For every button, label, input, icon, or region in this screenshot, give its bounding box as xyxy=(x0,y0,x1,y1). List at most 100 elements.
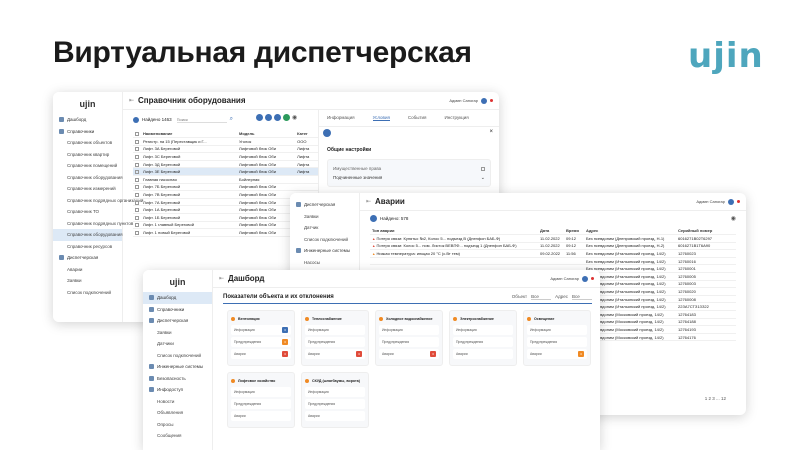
sidebar-item[interactable]: Датчик xyxy=(290,222,359,234)
row-checkbox[interactable] xyxy=(135,192,139,197)
sidebar-item[interactable]: Дашборд xyxy=(143,292,212,304)
sidebar-item[interactable]: Диспетчерская xyxy=(143,315,212,327)
card-row[interactable]: Предупреждения 3 xyxy=(231,337,291,347)
card-row[interactable]: Предупреждения xyxy=(231,399,291,409)
row-checkbox[interactable] xyxy=(135,230,139,235)
indicator-card[interactable]: Лифтовое хозяйство Информация Предупрежден… xyxy=(227,372,295,428)
table-row[interactable]: Без псевдоним (Итальянский проезд, 14/2)… xyxy=(370,257,736,266)
table-row[interactable]: ▲Потеря связи: Колос 5... пом. Листок ВЕ… xyxy=(370,242,736,251)
card-row[interactable]: Информация xyxy=(453,325,513,335)
card-row[interactable]: Предупреждения xyxy=(305,337,365,347)
card-row[interactable]: Информация xyxy=(527,325,587,335)
table-row[interactable]: Регистр. на 15 (Переставщик и Г... Уголок… xyxy=(133,137,318,146)
card-row[interactable]: Предупреждения xyxy=(527,337,587,347)
notification-icon[interactable] xyxy=(490,99,493,102)
sidebar-item[interactable]: Справочники xyxy=(143,304,212,316)
table-row[interactable]: Лифт. 3Д Береговой Лифтовой блок Оби Лифта xyxy=(133,160,318,169)
table-row[interactable]: Лифт. 3Е Береговой Лифтовой блок Оби Лифта xyxy=(133,167,318,177)
print-icon[interactable] xyxy=(265,114,272,121)
address-select[interactable]: Все xyxy=(572,294,592,300)
user-menu[interactable]: Админ Сапогар xyxy=(550,275,594,282)
card-row[interactable]: Предупреждения xyxy=(453,337,513,347)
indicator-card[interactable]: Теплоснабжение Информация Предупреждения Ав… xyxy=(301,310,369,366)
sidebar-item[interactable]: Справочник подрядных организаций xyxy=(53,195,143,207)
collapse-icon[interactable]: ⇤ xyxy=(129,97,134,104)
sidebar-item[interactable]: Аварии xyxy=(53,264,122,276)
row-checkbox[interactable] xyxy=(135,208,139,213)
sidebar-item[interactable]: Справочник помещений xyxy=(53,160,122,172)
tab[interactable]: Условия xyxy=(372,115,390,121)
sidebar-item[interactable]: Справочник объектов xyxy=(53,137,122,149)
table-row[interactable]: ▲Потеря связи: Кунятьо №2, Колос 5... по… xyxy=(370,234,736,243)
filter-icon[interactable] xyxy=(133,116,139,123)
sidebar-item[interactable]: Список подключений xyxy=(53,287,122,299)
sidebar-item[interactable]: Инфодоступ xyxy=(143,384,212,396)
user-menu[interactable]: Админ Сапогар xyxy=(696,198,740,205)
sidebar-item[interactable]: Справочник ресурсов xyxy=(53,241,122,253)
sidebar-item[interactable]: Диспетчерская xyxy=(290,199,359,211)
sidebar-item[interactable]: Справочник измерений xyxy=(53,183,122,195)
eye-icon[interactable]: ◉ xyxy=(292,114,297,121)
column-header[interactable]: Тип аварии xyxy=(370,227,538,236)
column-header[interactable]: Время xyxy=(564,227,584,236)
card-row[interactable]: Информация xyxy=(379,325,439,335)
sidebar-item[interactable]: Новости xyxy=(143,396,212,408)
sidebar-item[interactable]: Справочник подрядных пунктов xyxy=(53,218,133,230)
table-row[interactable]: ▲Низкая температура: инкцая 20 °C (с.Вт … xyxy=(370,249,736,258)
card-row[interactable]: Предупреждения xyxy=(305,399,365,409)
sidebar-item[interactable]: Инженерные системы xyxy=(290,245,359,257)
pagination[interactable]: 1 2 3 ... 12 xyxy=(705,396,726,401)
indicator-card[interactable]: Вентиляция Информация 3 Предупреждения 3 Авар… xyxy=(227,310,295,366)
row-checkbox[interactable] xyxy=(135,223,139,228)
notification-icon[interactable] xyxy=(737,200,740,203)
search-icon[interactable]: ⌕ xyxy=(230,116,233,123)
row-checkbox[interactable] xyxy=(135,215,139,220)
row-checkbox[interactable] xyxy=(135,139,139,144)
sidebar-item[interactable]: Справочник оборудования xyxy=(53,172,123,184)
column-header[interactable]: Адрес xyxy=(584,227,676,236)
row-checkbox[interactable] xyxy=(135,162,139,167)
collapse-icon[interactable]: ⇤ xyxy=(219,275,224,282)
sidebar-item[interactable]: Диспетчерская xyxy=(53,252,122,264)
column-header[interactable]: Наименование xyxy=(141,130,237,139)
column-header[interactable]: Серийный номер xyxy=(676,227,736,236)
collapse-icon[interactable]: ⇤ xyxy=(366,198,371,205)
field-checkbox[interactable] xyxy=(481,166,485,171)
sidebar-item[interactable]: Справочники xyxy=(53,126,122,138)
table-row[interactable]: Лифт. 3С Береговой Лифтовой блок Оби Лифта xyxy=(133,152,318,161)
row-checkbox[interactable] xyxy=(135,170,139,175)
sidebar-item[interactable]: Опросы xyxy=(143,419,212,431)
sidebar-item[interactable]: Насосы xyxy=(290,257,359,269)
row-checkbox[interactable] xyxy=(135,147,139,152)
import-icon[interactable] xyxy=(274,114,281,121)
table-row[interactable]: Главная насосная Бойлерная xyxy=(133,175,318,184)
card-row[interactable]: Аварии 3 xyxy=(527,349,587,359)
indicator-card[interactable]: Освещение Информация Предупреждения Аварии 3 xyxy=(523,310,591,366)
sidebar-item[interactable]: Справочник ТО xyxy=(53,206,122,218)
card-row[interactable]: Аварии xyxy=(231,411,291,421)
sidebar-item[interactable]: Заявки xyxy=(143,327,212,339)
table-row[interactable]: Лифт. 7Б Береговой Лифтовой блок Оби xyxy=(133,183,318,192)
chevron-down-icon[interactable]: ⌄ xyxy=(481,175,485,181)
sidebar-item[interactable]: Заявки xyxy=(53,275,122,287)
sidebar-item[interactable]: Справочник квартир xyxy=(53,149,122,161)
sidebar-item[interactable]: Дашборд xyxy=(53,114,122,126)
row-checkbox[interactable] xyxy=(135,177,139,182)
card-row[interactable]: Аварии xyxy=(453,349,513,359)
sidebar-item[interactable]: Безопасность xyxy=(143,373,212,385)
card-row[interactable]: Аварии 3 xyxy=(305,349,365,359)
sidebar-item[interactable]: Сообщения xyxy=(143,430,212,442)
indicator-card[interactable]: Холодное водоснабжение Информация Предупре… xyxy=(375,310,443,366)
indicator-card[interactable]: Электроснабжение Информация Предупреждения… xyxy=(449,310,517,366)
sidebar-item[interactable]: Датчики xyxy=(143,338,212,350)
export-icon[interactable] xyxy=(256,114,263,121)
card-row[interactable]: Информация xyxy=(231,387,291,397)
add-icon[interactable] xyxy=(283,114,290,121)
close-icon[interactable]: × xyxy=(489,129,493,135)
card-row[interactable]: Аварии xyxy=(305,411,365,421)
user-menu[interactable]: Админ Сапогар xyxy=(449,97,493,104)
row-checkbox[interactable] xyxy=(135,185,139,190)
table-row[interactable]: Лифт. 3А Береговой Лифтовой блок Оби Лифта xyxy=(133,145,318,154)
filter-icon[interactable] xyxy=(370,215,377,222)
object-select[interactable]: Все xyxy=(531,294,552,300)
